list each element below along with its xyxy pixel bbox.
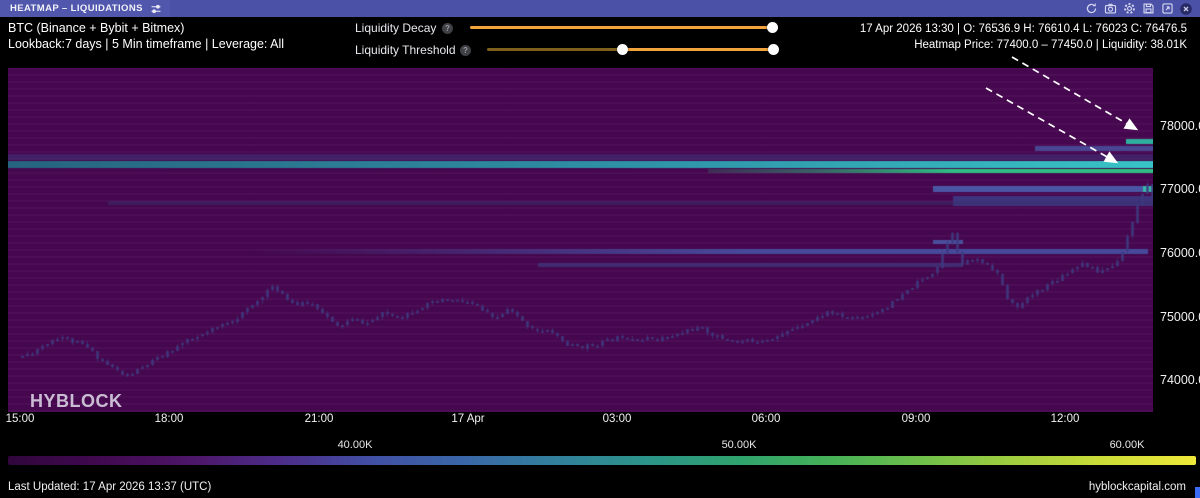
ohlc-readout: 17 Apr 2026 13:30 | O: 76536.9 H: 76610.… — [860, 21, 1187, 53]
chart-area: HYBLOCK 78000.0 77000.0 76000.0 75000.0 7400… — [0, 60, 1200, 428]
ohlc-line: 17 Apr 2026 13:30 | O: 76536.9 H: 76610.… — [860, 21, 1187, 37]
liquidity-threshold-info-icon[interactable]: ? — [460, 45, 471, 56]
heatmap-canvas[interactable] — [8, 68, 1153, 412]
price-tick-label: 77000.0 — [1160, 182, 1200, 196]
lookback-settings-label: Lookback:7 days | 5 Min timeframe | Leve… — [8, 36, 284, 52]
liquidity-threshold-label: Liquidity Threshold — [355, 43, 456, 57]
last-updated-label: Last Updated: 17 Apr 2026 13:37 (UTC) — [8, 481, 211, 493]
liquidity-colorbar — [8, 456, 1196, 465]
time-tick-label: 03:00 — [603, 413, 632, 425]
close-icon[interactable] — [1179, 2, 1193, 16]
site-link[interactable]: hyblockcapital.com — [1089, 481, 1186, 493]
heatmap-price-line: Heatmap Price: 77400.0 – 77450.0 | Liqui… — [860, 37, 1187, 53]
heatmap-plot[interactable]: HYBLOCK — [8, 68, 1153, 412]
liquidity-threshold-high-handle[interactable] — [768, 44, 779, 55]
instrument-label: BTC (Binance + Bybit + Bitmex) — [8, 20, 284, 36]
time-tick-label: 09:00 — [902, 413, 931, 425]
time-tick-label: 06:00 — [752, 413, 781, 425]
refresh-icon[interactable] — [1084, 2, 1098, 16]
price-tick-label: 76000.0 — [1160, 246, 1200, 260]
expand-icon[interactable] — [1160, 2, 1174, 16]
titlebar-actions — [1084, 2, 1200, 16]
time-tick-label: 15:00 — [6, 413, 35, 425]
time-tick-label: 12:00 — [1051, 413, 1080, 425]
liquidity-threshold-low-handle[interactable] — [617, 44, 628, 55]
chart-header: BTC (Binance + Bybit + Bitmex) Lookback:… — [0, 17, 1200, 60]
window-titlebar: HEATMAP – LIQUIDATIONS — [0, 0, 1200, 18]
colorbar-value-label: 50.00K — [722, 439, 757, 451]
instrument-info: BTC (Binance + Bybit + Bitmex) Lookback:… — [8, 20, 284, 52]
save-icon[interactable] — [1141, 2, 1155, 16]
liquidity-decay-handle[interactable] — [767, 22, 778, 33]
colorbar-value-label: 60.00K — [1110, 439, 1145, 451]
filter-sliders-icon[interactable] — [150, 3, 162, 15]
liquidity-decay-info-icon[interactable]: ? — [442, 23, 453, 34]
liquidity-decay-label: Liquidity Decay — [355, 21, 436, 35]
price-tick-label: 78000.0 — [1160, 119, 1200, 133]
time-tick-label: 18:00 — [155, 413, 184, 425]
price-tick-label: 74000.0 — [1160, 373, 1200, 387]
settings-gear-icon[interactable] — [1122, 2, 1136, 16]
liquidity-threshold-slider[interactable] — [487, 48, 776, 51]
time-tick-label: 21:00 — [305, 413, 334, 425]
price-tick-label: 75000.0 — [1160, 310, 1200, 324]
tab-heatmap-liquidations[interactable]: HEATMAP – LIQUIDATIONS — [0, 0, 170, 17]
corner-cursor-mark — [1195, 487, 1200, 498]
camera-icon[interactable] — [1103, 2, 1117, 16]
liquidity-decay-slider[interactable] — [470, 26, 776, 29]
time-tick-label: 17 Apr — [451, 413, 484, 425]
hyblock-watermark: HYBLOCK — [30, 391, 123, 412]
tab-label: HEATMAP – LIQUIDATIONS — [10, 3, 143, 14]
colorbar-value-label: 40.00K — [338, 439, 373, 451]
